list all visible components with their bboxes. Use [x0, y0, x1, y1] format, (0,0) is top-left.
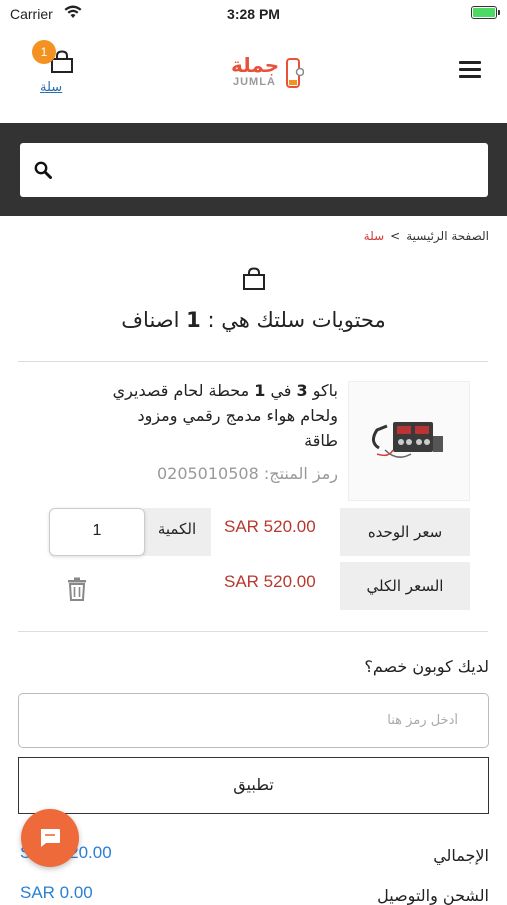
phone-icon [286, 58, 304, 88]
soldering-station-image [372, 422, 443, 458]
product-code-value: 0205010508 [156, 464, 259, 483]
unit-price-value: SAR 520.00 [224, 517, 316, 536]
logo-english: JUMLA [233, 76, 276, 88]
total-price-label: السعر الكلي [340, 562, 470, 610]
cart-summary-title: محتويات سلتك هي : 1 اصناف [121, 308, 386, 332]
cart-count-badge: 1 [32, 40, 56, 64]
breadcrumb-separator: > [390, 229, 401, 243]
divider [18, 361, 488, 362]
search-box [20, 143, 488, 197]
subtotal-label: الإجمالي [433, 846, 489, 865]
search-input[interactable] [64, 143, 474, 197]
hamburger-icon [459, 61, 481, 64]
divider [18, 631, 488, 632]
shipping-label: الشحن والتوصيل [377, 886, 489, 905]
status-time: 3:28 PM [227, 6, 280, 22]
apply-coupon-button[interactable]: تطبيق [18, 757, 489, 814]
breadcrumb-home[interactable]: الصفحة الرئيسية [406, 229, 489, 243]
coupon-question: لديك كوبون خصم؟ [364, 657, 489, 676]
breadcrumb-current: سلة [363, 229, 385, 243]
product-image[interactable] [348, 381, 470, 501]
logo-arabic: جملة [231, 53, 280, 77]
search-icon[interactable] [34, 161, 52, 179]
product-code: رمز المنتج: 0205010508 [100, 464, 338, 483]
shipping-value: SAR 0.00 [20, 883, 93, 902]
total-price-value: SAR 520.00 [224, 572, 316, 591]
app-logo[interactable]: جملة JUMLA [231, 53, 307, 91]
trash-icon[interactable] [66, 577, 88, 601]
chat-bubble-icon [41, 829, 60, 847]
search-band [0, 123, 507, 216]
cart-link[interactable]: سلة [40, 80, 62, 95]
quantity-input[interactable]: 1 [49, 508, 145, 556]
product-code-label: رمز المنتج: [263, 464, 338, 483]
status-bar: Carrier 3:28 PM [0, 0, 507, 28]
cart-item-count: 1 [186, 308, 201, 332]
breadcrumb: الصفحة الرئيسية > سلة [364, 229, 489, 243]
chat-button[interactable] [21, 809, 79, 867]
menu-button[interactable] [459, 61, 481, 79]
coupon-input[interactable] [18, 693, 489, 748]
product-name[interactable]: باكو 3 في 1 محطة لحام قصديري ولحام هواء … [100, 378, 338, 453]
shopping-bag-icon [243, 267, 265, 290]
quantity-label: الكمية [143, 508, 211, 556]
app-header: 1 سلة جملة JUMLA [0, 28, 507, 123]
unit-price-label: سعر الوحده [340, 508, 470, 556]
battery-icon [471, 6, 500, 19]
